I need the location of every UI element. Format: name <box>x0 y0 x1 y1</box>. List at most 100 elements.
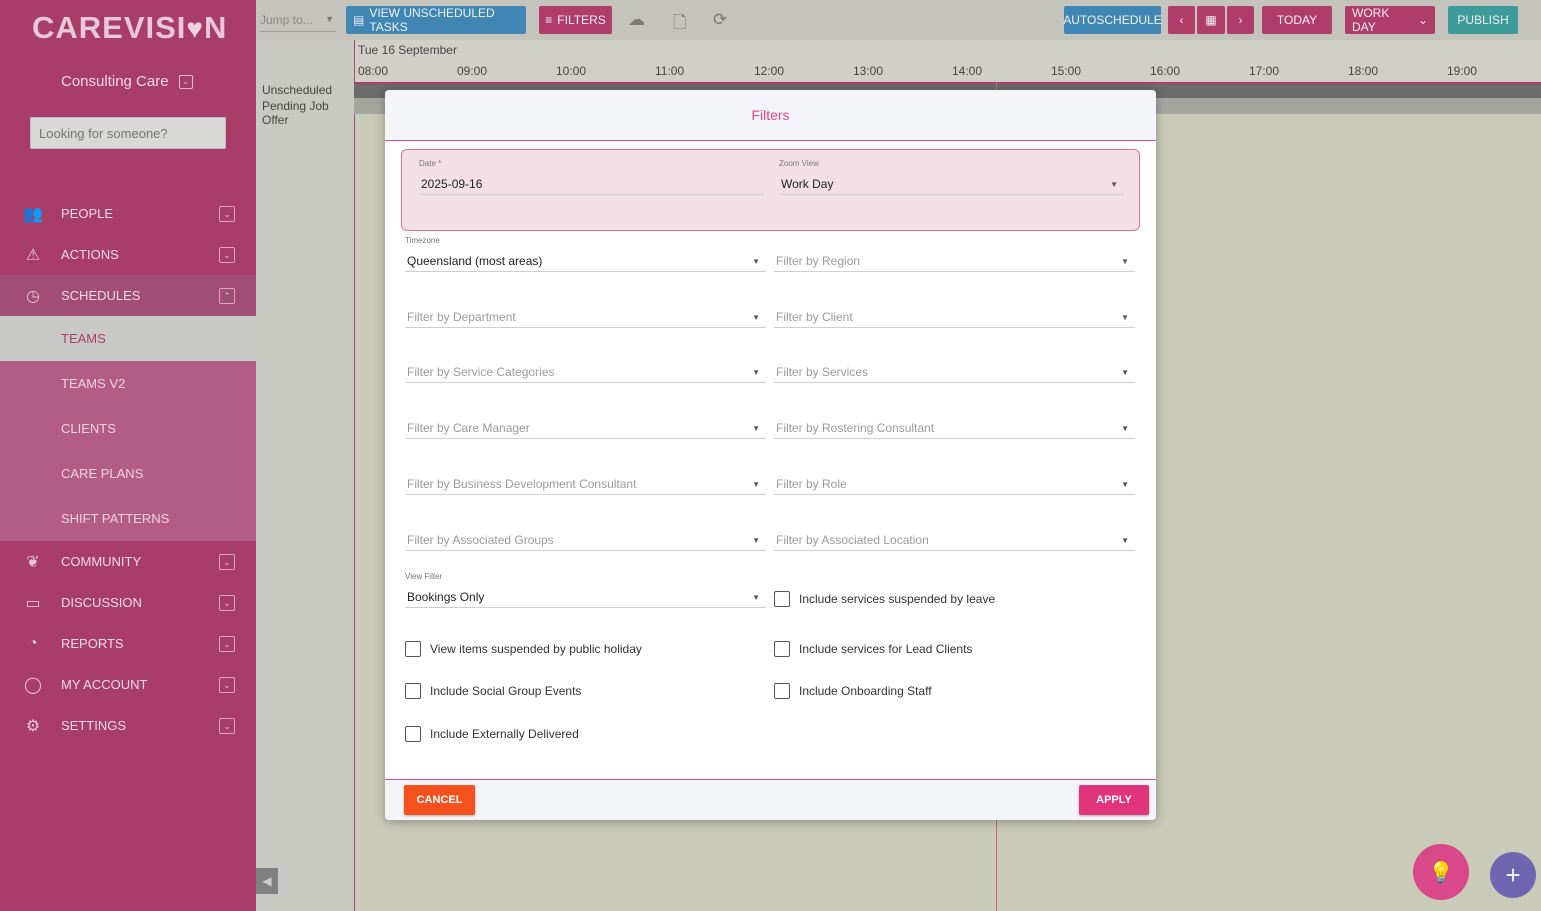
sidebar-item-discussion[interactable]: ▭ DISCUSSION ⌄ <box>0 582 256 623</box>
associated-location-select[interactable]: Filter by Associated Location ▼ <box>774 527 1135 551</box>
bdc-select[interactable]: Filter by Business Development Consultan… <box>405 471 766 495</box>
document-icon[interactable]: 🗋 <box>673 10 687 39</box>
sidebar-subitem-teams-v2[interactable]: TEAMS V2 <box>0 361 256 406</box>
include-externally-delivered-checkbox[interactable]: Include Externally Delivered <box>405 726 579 742</box>
sidebar-item-people[interactable]: 👥 PEOPLE ⌄ <box>0 193 256 234</box>
include-suspended-leave-checkbox[interactable]: Include services suspended by leave <box>774 591 995 607</box>
calendar-icon: ▦ <box>1205 13 1217 27</box>
caret-down-icon: ▼ <box>1121 424 1129 433</box>
chevron-down-icon[interactable]: ⌄ <box>219 595 235 611</box>
service-categories-select[interactable]: Filter by Service Categories ▼ <box>405 359 766 383</box>
chevron-down-icon[interactable]: ⌄ <box>219 636 235 652</box>
sidebar: CAREVISI♥N Consulting Care ⌄ 👥 PEOPLE ⌄ … <box>0 0 256 911</box>
chevron-up-icon[interactable]: ⌃ <box>219 288 235 304</box>
services-select[interactable]: Filter by Services ▼ <box>774 359 1135 383</box>
people-search-input[interactable] <box>30 117 226 149</box>
timeline-header: Tue 16 September 08:00 09:00 10:00 11:00… <box>354 40 1541 82</box>
associated-groups-select[interactable]: Filter by Associated Groups ▼ <box>405 527 766 551</box>
sidebar-subitem-teams[interactable]: TEAMS <box>0 316 256 361</box>
filter-icon: ≡ <box>545 13 553 27</box>
autoschedule-button[interactable]: AUTOSCHEDULE <box>1063 6 1162 34</box>
sidebar-subitem-care-plans[interactable]: CARE PLANS <box>0 451 256 496</box>
calendar-button[interactable]: ▦ <box>1197 6 1225 34</box>
sidebar-subitem-shift-patterns[interactable]: SHIFT PATTERNS <box>0 496 256 541</box>
checkbox[interactable] <box>774 591 790 607</box>
zoom-view-label: Zoom View <box>779 159 819 168</box>
chevron-down-icon[interactable]: ⌄ <box>219 677 235 693</box>
sidebar-subitem-clients[interactable]: CLIENTS <box>0 406 256 451</box>
sidebar-item-label: COMMUNITY <box>61 554 142 569</box>
org-selector[interactable]: Consulting Care ⌄ <box>61 73 193 90</box>
chevron-down-icon: ⌄ <box>1417 13 1428 27</box>
apply-button[interactable]: APPLY <box>1079 785 1149 815</box>
checkbox[interactable] <box>405 726 421 742</box>
include-onboarding-staff-checkbox[interactable]: Include Onboarding Staff <box>774 683 932 699</box>
checkbox[interactable] <box>405 683 421 699</box>
include-lead-clients-checkbox[interactable]: Include services for Lead Clients <box>774 641 972 657</box>
sidebar-item-reports[interactable]: ◔ REPORTS ⌄ <box>0 623 256 664</box>
cancel-button[interactable]: CANCEL <box>404 785 475 815</box>
date-field[interactable]: Date * 2025-09-16 <box>419 159 764 195</box>
cloud-upload-icon[interactable]: ☁ <box>628 10 645 30</box>
sidebar-item-community[interactable]: ❦ COMMUNITY ⌄ <box>0 541 256 582</box>
chevron-down-icon[interactable]: ⌄ <box>178 74 193 89</box>
sidebar-item-actions[interactable]: ⚠ ACTIONS ⌄ <box>0 234 256 275</box>
rostering-consultant-placeholder: Filter by Rostering Consultant <box>776 421 935 435</box>
lightbulb-button[interactable]: 💡 <box>1413 844 1469 900</box>
today-button[interactable]: TODAY <box>1262 6 1332 34</box>
community-icon: ❦ <box>26 553 40 571</box>
client-select[interactable]: Filter by Client ▼ <box>774 304 1135 328</box>
zoom-view-label: WORK DAY <box>1352 6 1390 34</box>
sidebar-item-my-account[interactable]: ◯ MY ACCOUNT ⌄ <box>0 664 256 705</box>
date-value: 2025-09-16 <box>421 177 483 191</box>
hour-label: 17:00 <box>1249 64 1280 78</box>
jump-to-select[interactable]: Jump to... ▼ <box>260 8 336 32</box>
task-list-icon: ▤ <box>353 13 365 27</box>
zoom-view-select[interactable]: Zoom View Work Day ▼ <box>779 159 1124 195</box>
department-placeholder: Filter by Department <box>407 310 516 324</box>
zoom-view-dropdown[interactable]: WORK DAY ⌄ <box>1345 6 1435 34</box>
date-zoom-panel: Date * 2025-09-16 Zoom View Work Day ▼ <box>401 149 1140 231</box>
timezone-label: Timezone <box>405 236 440 245</box>
sync-icon[interactable]: ⟳ <box>713 10 727 30</box>
include-social-group-events-checkbox[interactable]: Include Social Group Events <box>405 683 581 699</box>
sidebar-item-settings[interactable]: ⚙ SETTINGS ⌄ <box>0 705 256 746</box>
care-manager-select[interactable]: Filter by Care Manager ▼ <box>405 415 766 439</box>
hour-label: 15:00 <box>1051 64 1082 78</box>
zoom-view-value: Work Day <box>781 177 834 191</box>
region-select[interactable]: Filter by Region ▼ <box>774 248 1135 272</box>
sidebar-item-label: ACTIONS <box>61 247 119 262</box>
checkbox[interactable] <box>405 641 421 657</box>
carevision-logo: CAREVISI♥N <box>32 10 228 45</box>
filters-dialog: Filters Date * 2025-09-16 Zoom View Work… <box>385 90 1156 820</box>
role-select[interactable]: Filter by Role ▼ <box>774 471 1135 495</box>
department-select[interactable]: Filter by Department ▼ <box>405 304 766 328</box>
hour-label: 08:00 <box>358 64 389 78</box>
checkbox[interactable] <box>774 641 790 657</box>
filters-button[interactable]: ≡ FILTERS <box>539 6 612 34</box>
hour-label: 14:00 <box>952 64 983 78</box>
chevron-down-icon[interactable]: ⌄ <box>219 247 235 263</box>
sidebar-item-schedules[interactable]: ◷ SCHEDULES ⌃ <box>0 275 256 316</box>
checkbox[interactable] <box>774 683 790 699</box>
collapse-sidebar-button[interactable]: ◀ <box>256 868 278 894</box>
people-icon: 👥 <box>23 205 43 223</box>
add-button[interactable]: + <box>1490 852 1536 898</box>
view-filter-select[interactable]: View Filter Bookings Only ▼ <box>405 572 766 608</box>
timezone-select[interactable]: Timezone Queensland (most areas) ▼ <box>405 236 766 272</box>
reports-icon: ◔ <box>28 634 38 652</box>
next-day-button[interactable]: › <box>1227 6 1254 34</box>
previous-day-button[interactable]: ‹ <box>1168 6 1195 34</box>
view-unscheduled-tasks-button[interactable]: ▤ VIEW UNSCHEDULED TASKS <box>346 6 526 34</box>
rostering-consultant-select[interactable]: Filter by Rostering Consultant ▼ <box>774 415 1135 439</box>
lightbulb-icon: 💡 <box>1428 861 1454 884</box>
region-placeholder: Filter by Region <box>776 254 861 268</box>
chevron-down-icon[interactable]: ⌄ <box>219 206 235 222</box>
hour-label: 13:00 <box>853 64 884 78</box>
chevron-down-icon[interactable]: ⌄ <box>219 554 235 570</box>
caret-down-icon: ▼ <box>752 257 760 266</box>
schedules-submenu: TEAMS TEAMS V2 CLIENTS CARE PLANS SHIFT … <box>0 316 256 541</box>
chevron-down-icon[interactable]: ⌄ <box>219 718 235 734</box>
view-suspended-public-holiday-checkbox[interactable]: View items suspended by public holiday <box>405 641 642 657</box>
publish-button[interactable]: PUBLISH <box>1448 6 1518 34</box>
